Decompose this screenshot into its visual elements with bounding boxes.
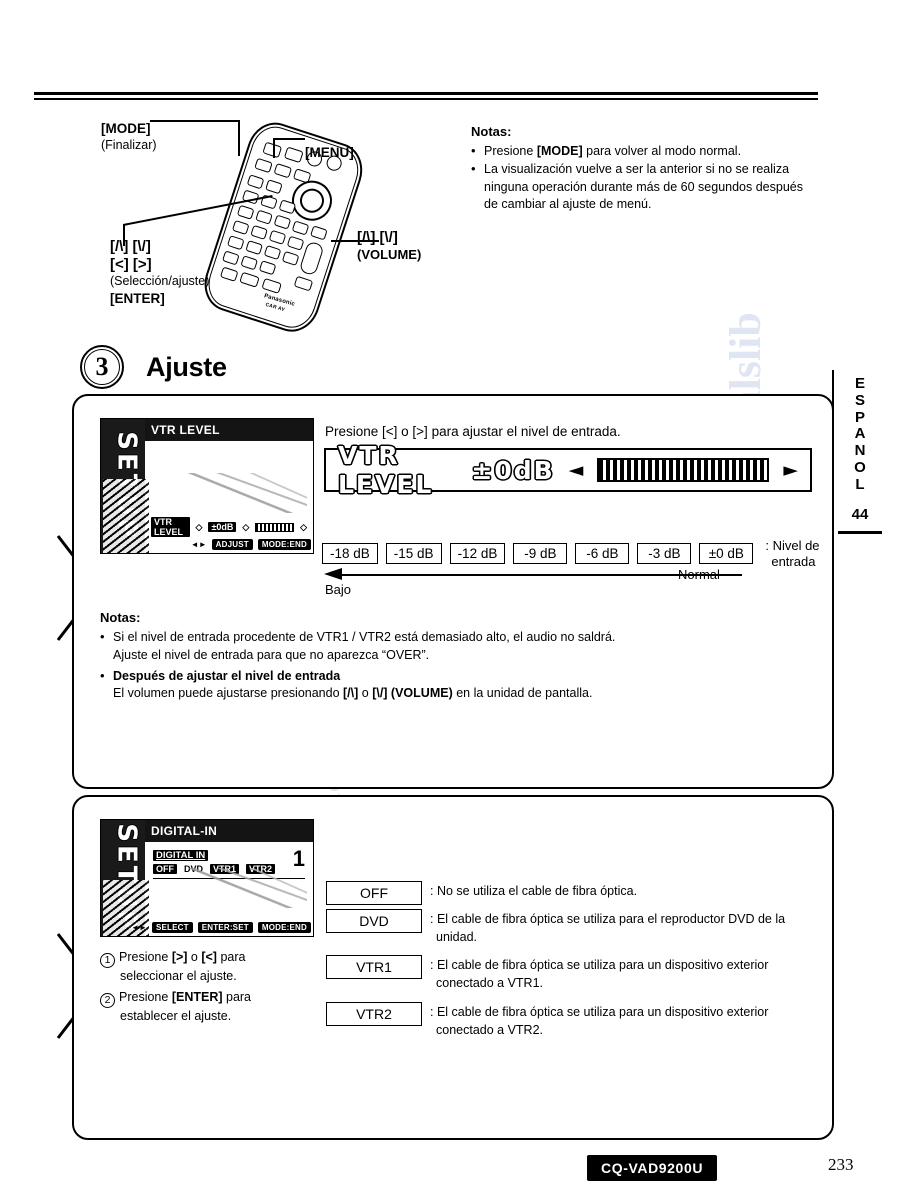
label-volume-sub: (VOLUME) — [357, 247, 422, 262]
side-tab-letter: E — [854, 375, 865, 392]
option-desc-dvd: : El cable de fibra óptica se utiliza pa… — [430, 912, 786, 944]
label-menu: [MENU] — [305, 145, 354, 160]
level-box: -9 dB — [513, 543, 568, 565]
screen-status-value: ±0dB — [208, 522, 237, 532]
footer-model-badge: CQ-VAD9200U — [587, 1155, 718, 1181]
instruction-number: 1 — [100, 953, 115, 968]
instruction-2-line2: establecer el ajuste. — [120, 1009, 232, 1023]
label-nav-sub: (Selección/ajuste) — [110, 274, 210, 288]
level-caption: : Nivel de entrada — [765, 538, 820, 569]
screen-foot-adjust: ADJUST — [211, 539, 253, 550]
scale-label-low: Bajo — [325, 582, 352, 597]
side-tab-language: E S P A N O L 44 — [832, 370, 882, 542]
side-tab-word: E S P A N O L — [838, 375, 882, 494]
footer-page-number: 233 — [828, 1155, 854, 1174]
notes-top-list: Presione [MODE] para volver al modo norm… — [471, 142, 811, 214]
label-nav-leftright: [<] [>] — [110, 256, 152, 273]
screen2-option: OFF — [153, 864, 177, 874]
level-box: -12 dB — [449, 543, 506, 565]
top-rule — [34, 92, 818, 100]
scale-label-normal: Normal — [678, 567, 720, 582]
screen2-footer-bar: ◄► SELECT ENTER:SET MODE:END — [131, 921, 311, 934]
lcd-level-bars — [597, 458, 770, 482]
side-tab-rule — [832, 370, 834, 542]
manual-page: hive manualslib manualslib — [0, 0, 918, 1188]
screen2-option-row: DIGITAL IN — [153, 850, 305, 861]
label-volume-keys: [/\] [\/] — [357, 229, 398, 246]
screen-footer-bar: ◄► ADJUST MODE:END — [147, 538, 311, 551]
level-box: ±0 dB — [699, 543, 754, 565]
instruction-1-line2: seleccionar el ajuste. — [120, 969, 237, 983]
side-tab-number: 44 — [851, 505, 869, 523]
level-box: -6 dB — [575, 543, 630, 565]
panel1-notes-list: Si el nivel de entrada procedente de VTR… — [100, 628, 810, 704]
leader-line-menu — [273, 138, 305, 140]
screen-vtr-level: SETUP VTR LEVEL VTR LEVEL ◇ ±0dB ◇ ◇ ◄► … — [100, 418, 314, 554]
leader-line-menu-vertical — [273, 138, 275, 158]
side-tab-bottom-rule — [838, 530, 882, 534]
option-box-vtr2[interactable]: VTR2 — [326, 1002, 422, 1026]
panel1-notes-title: Notas: — [100, 610, 141, 625]
side-tab-letter: P — [854, 408, 865, 426]
notes-top-item-2: La visualización vuelve a ser la anterio… — [471, 160, 811, 214]
side-tab-letter: A — [854, 425, 866, 443]
panel2-instruction-1: 1 Presione [>] o [<] para seleccionar el … — [100, 949, 310, 985]
notes-top-item-1: Presione [MODE] para volver al modo norm… — [471, 142, 811, 161]
screen-status-line: VTR LEVEL ◇ ±0dB ◇ ◇ — [151, 517, 307, 537]
panel-digital-in: SETUP DIGITAL-IN DIGITAL IN OFF DVD VTR1… — [72, 795, 834, 1140]
screen2-row-label: DIGITAL IN — [153, 850, 209, 861]
option-box-vtr1[interactable]: VTR1 — [326, 955, 422, 979]
lcd-left-arrow-icon: ◄ — [568, 459, 584, 481]
panel-vtr-level: SETUP VTR LEVEL VTR LEVEL ◇ ±0dB ◇ ◇ ◄► … — [72, 394, 834, 789]
step-heading: 3 Ajuste — [80, 345, 227, 389]
step-title: Ajuste — [146, 351, 227, 382]
option-desc-off: : No se utiliza el cable de fibra óptica… — [430, 884, 638, 898]
lcd-value: ±0dB — [471, 455, 555, 485]
screen-artifact — [187, 473, 307, 513]
screen-title: VTR LEVEL — [145, 419, 313, 441]
lcd-right-arrow-icon: ► — [783, 459, 798, 481]
lcd-label: VTR LEVEL — [338, 441, 434, 499]
label-mode: [MODE] — [101, 121, 151, 136]
step-number: 3 — [84, 349, 120, 385]
panel1-note-1: Si el nivel de entrada procedente de VTR… — [100, 628, 810, 665]
panel2-instruction-2: 2 Presione [ENTER] para establecer el aju… — [100, 989, 310, 1025]
option-box-off[interactable]: OFF — [326, 881, 422, 905]
instruction-number: 2 — [100, 993, 115, 1008]
side-tab-letter: N — [854, 442, 866, 460]
screen2-foot-set: ENTER:SET — [197, 922, 253, 933]
screen-level-meter — [255, 522, 295, 532]
screen2-foot-end: MODE:END — [257, 922, 311, 933]
screen2-foot-select: SELECT — [151, 922, 193, 933]
leader-line-mode — [150, 120, 240, 122]
screen-status-label: VTR LEVEL — [151, 517, 190, 537]
screen2-title: DIGITAL-IN — [145, 820, 313, 842]
screen-hatch-artifact — [103, 479, 149, 553]
panel1-notes: Notas: Si el nivel de entrada procedente… — [100, 610, 810, 703]
label-enter: [ENTER] — [110, 291, 165, 306]
option-box-dvd[interactable]: DVD — [326, 909, 422, 933]
screen-digital-in: SETUP DIGITAL-IN DIGITAL IN OFF DVD VTR1… — [100, 819, 314, 937]
label-mode-sub: (Finalizar) — [101, 138, 157, 152]
level-box: -15 dB — [385, 543, 442, 565]
side-tab-letter: L — [855, 475, 865, 493]
label-nav-updown: [/\] [\/] — [110, 238, 151, 255]
leader-line-mode-vertical — [238, 120, 240, 156]
side-tab-letter: S — [854, 391, 865, 409]
screen-foot-end: MODE:END — [257, 539, 311, 550]
side-tab-letter: O — [854, 458, 866, 476]
level-box: -18 dB — [322, 543, 378, 565]
screen2-artifact — [187, 868, 307, 908]
step-number-circle: 3 — [80, 345, 124, 389]
notes-top: Notas: Presione [MODE] para volver al mo… — [471, 124, 811, 214]
notes-top-title: Notas: — [471, 124, 512, 139]
option-desc-vtr2: : El cable de fibra óptica se utiliza pa… — [430, 1005, 769, 1037]
level-box: -3 dB — [637, 543, 692, 565]
panel1-note-2: Después de ajustar el nivel de entrada E… — [100, 667, 810, 704]
panel1-instruction: Presione [<] o [>] para ajustar el nivel… — [325, 424, 621, 439]
option-desc-vtr1: : El cable de fibra óptica se utiliza pa… — [430, 958, 769, 990]
level-box-row: -18 dB -15 dB -12 dB -9 dB -6 dB -3 dB ±… — [322, 538, 820, 569]
lcd-display-strip: VTR LEVEL ±0dB ◄ ► — [324, 441, 812, 499]
